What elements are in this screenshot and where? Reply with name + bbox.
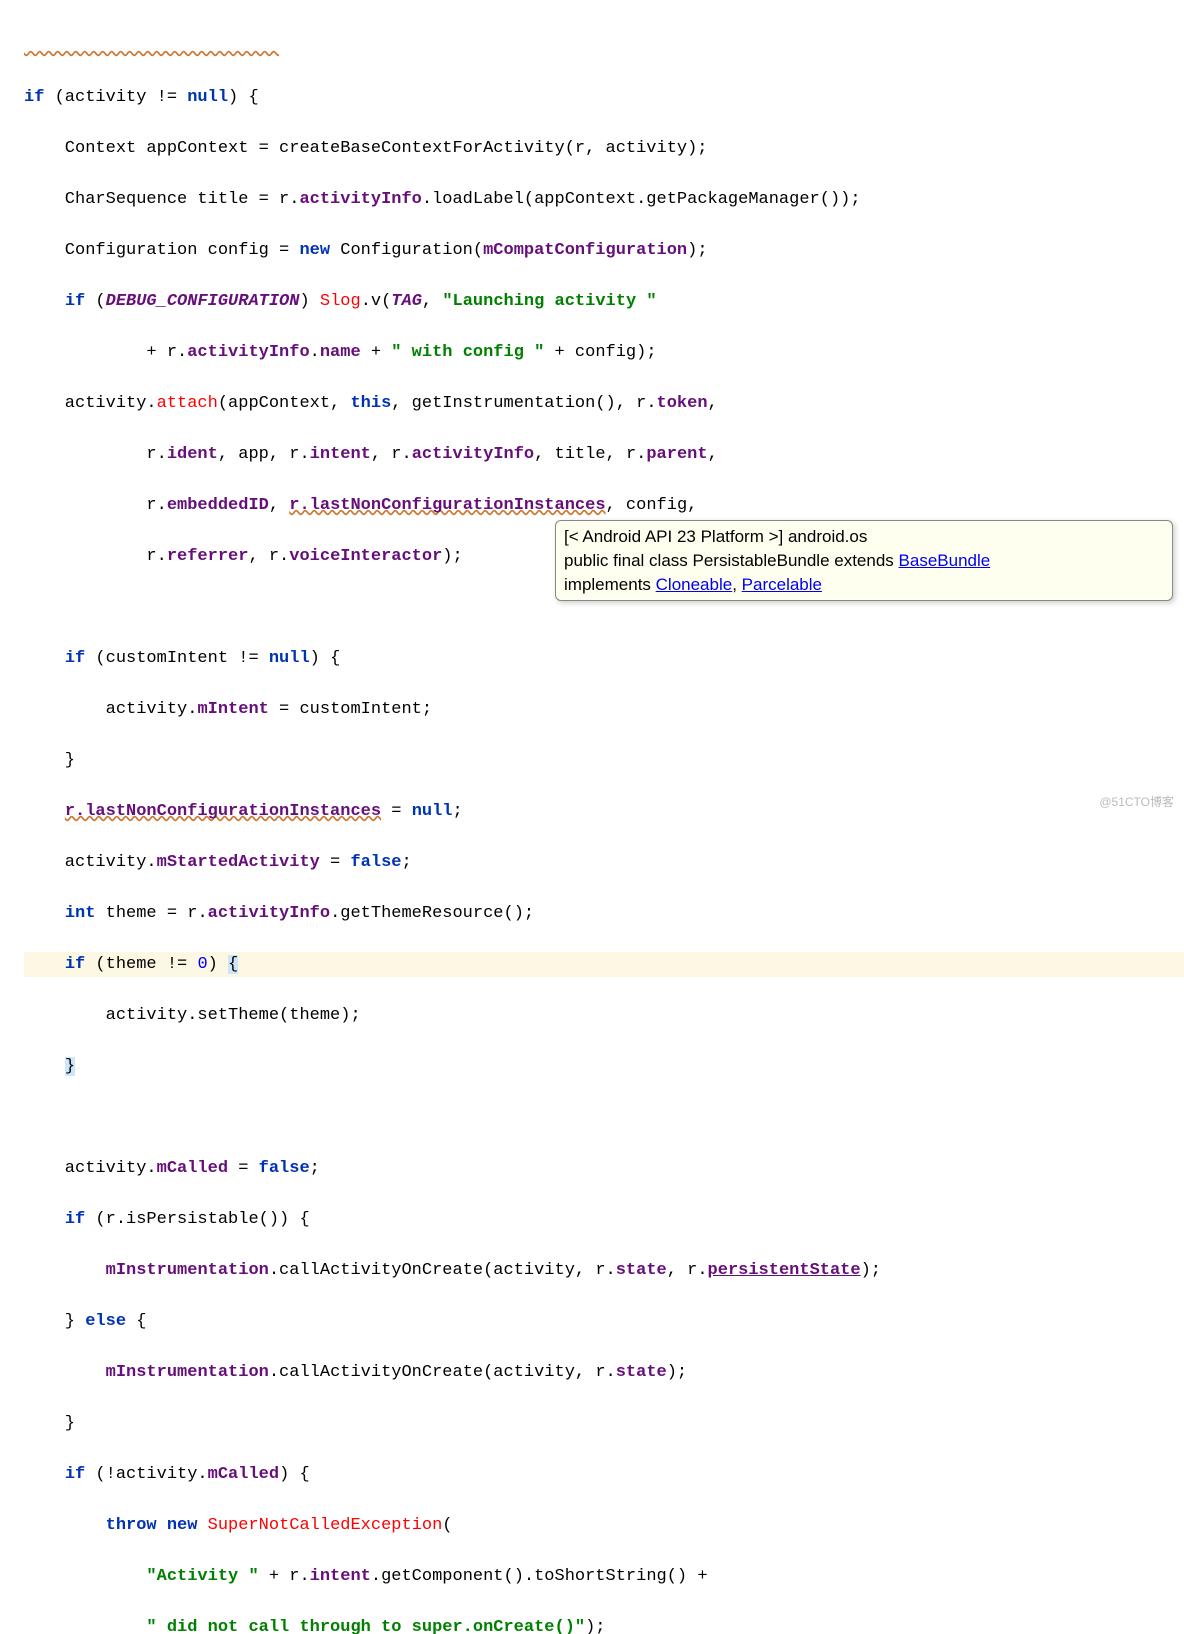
field: activityInfo <box>412 445 534 464</box>
tooltip-implements-line: implements Cloneable, Parcelable <box>564 573 1164 597</box>
field: activityInfo <box>187 343 309 362</box>
field: state <box>616 1363 667 1382</box>
field: mInstrumentation <box>106 1363 269 1382</box>
code-line[interactable]: r.ident, app, r.intent, r.activityInfo, … <box>24 442 1184 468</box>
keyword-if: if <box>65 1210 85 1229</box>
code-line[interactable] <box>24 34 1184 60</box>
keyword-null: null <box>269 649 310 668</box>
field: referrer <box>167 547 249 566</box>
code-line[interactable]: Context appContext = createBaseContextFo… <box>24 136 1184 162</box>
code-line[interactable]: activity.mStartedActivity = false; <box>24 850 1184 876</box>
keyword-if: if <box>65 955 85 974</box>
code-line[interactable]: activity.mCalled = false; <box>24 1156 1184 1182</box>
code-line[interactable]: activity.setTheme(theme); <box>24 1003 1184 1029</box>
field: name <box>320 343 361 362</box>
code-line[interactable]: mInstrumentation.callActivityOnCreate(ac… <box>24 1258 1184 1284</box>
field: mInstrumentation <box>106 1261 269 1280</box>
code-line[interactable]: if (activity != null) { <box>24 85 1184 111</box>
field: voiceInteractor <box>289 547 442 566</box>
field-link[interactable]: persistentState <box>708 1261 861 1280</box>
field: activityInfo <box>299 190 421 209</box>
code-line[interactable]: r.embeddedID, r.lastNonConfigurationInst… <box>24 493 1184 519</box>
code-line[interactable]: if (r.isPersistable()) { <box>24 1207 1184 1233</box>
field: mCalled <box>208 1465 279 1484</box>
keyword-if: if <box>24 88 44 107</box>
code-line[interactable]: CharSequence title = r.activityInfo.load… <box>24 187 1184 213</box>
field: mIntent <box>197 700 268 719</box>
string: " with config " <box>391 343 544 362</box>
code-line[interactable]: + r.activityInfo.name + " with config " … <box>24 340 1184 366</box>
keyword-int: int <box>65 904 96 923</box>
tooltip-class-line: public final class PersistableBundle ext… <box>564 549 1164 573</box>
field: activityInfo <box>208 904 330 923</box>
constant: TAG <box>391 292 422 311</box>
keyword-null: null <box>412 802 453 821</box>
field: embeddedID <box>167 496 269 515</box>
caret-line[interactable]: if (theme != 0) { <box>24 952 1184 978</box>
code-line[interactable]: } <box>24 748 1184 774</box>
code-line[interactable]: } <box>24 1054 1184 1080</box>
field: mCompatConfiguration <box>483 241 687 260</box>
string: " did not call through to super.onCreate… <box>146 1618 585 1634</box>
warn-field: r.lastNonConfigurationInstances <box>289 496 605 515</box>
code-line[interactable]: if (DEBUG_CONFIGURATION) Slog.v(TAG, "La… <box>24 289 1184 315</box>
field: parent <box>646 445 707 464</box>
code-line[interactable]: activity.mIntent = customIntent; <box>24 697 1184 723</box>
keyword-false: false <box>259 1159 310 1178</box>
documentation-tooltip[interactable]: [< Android API 23 Platform >] android.os… <box>555 520 1173 601</box>
error-ref: Slog <box>320 292 361 311</box>
keyword-if: if <box>65 1465 85 1484</box>
keyword-else: else <box>85 1312 126 1331</box>
watermark: @51CTO博客 <box>1099 793 1174 811</box>
string: "Activity " <box>146 1567 258 1586</box>
code-line[interactable]: mInstrumentation.callActivityOnCreate(ac… <box>24 1360 1184 1386</box>
tooltip-header: [< Android API 23 Platform >] android.os <box>564 525 1164 549</box>
blank-line[interactable] <box>24 1105 1184 1131</box>
code-line[interactable]: Configuration config = new Configuration… <box>24 238 1184 264</box>
keyword-new: new <box>299 241 330 260</box>
keyword-if: if <box>65 292 85 311</box>
code-line[interactable]: } else { <box>24 1309 1184 1335</box>
field: token <box>657 394 708 413</box>
keyword-null: null <box>187 88 228 107</box>
constant: DEBUG_CONFIGURATION <box>106 292 300 311</box>
code-line[interactable]: } <box>24 1411 1184 1437</box>
code-line[interactable]: "Activity " + r.intent.getComponent().to… <box>24 1564 1184 1590</box>
basebundle-link[interactable]: BaseBundle <box>899 551 991 570</box>
code-line[interactable]: activity.attach(appContext, this, getIns… <box>24 391 1184 417</box>
code-line[interactable]: throw new SuperNotCalledException( <box>24 1513 1184 1539</box>
code-editor[interactable]: if (activity != null) { Context appConte… <box>0 0 1184 1634</box>
parcelable-link[interactable]: Parcelable <box>742 575 822 594</box>
field: state <box>616 1261 667 1280</box>
code-line[interactable]: " did not call through to super.onCreate… <box>24 1615 1184 1634</box>
field: mCalled <box>157 1159 228 1178</box>
matched-brace: { <box>228 955 238 974</box>
keyword-false: false <box>350 853 401 872</box>
code-line[interactable]: if (!activity.mCalled) { <box>24 1462 1184 1488</box>
matched-brace: } <box>65 1057 75 1076</box>
keyword-new: new <box>167 1516 198 1535</box>
string: "Launching activity " <box>442 292 656 311</box>
keyword-this: this <box>350 394 391 413</box>
field: intent <box>310 445 371 464</box>
field: intent <box>310 1567 371 1586</box>
field: mStartedActivity <box>157 853 320 872</box>
warn-field: r.lastNonConfigurationInstances <box>65 802 381 821</box>
cloneable-link[interactable]: Cloneable <box>656 575 733 594</box>
code-line[interactable]: int theme = r.activityInfo.getThemeResou… <box>24 901 1184 927</box>
keyword-throw: throw <box>106 1516 157 1535</box>
code-line[interactable]: r.lastNonConfigurationInstances = null; <box>24 799 1184 825</box>
code-line[interactable]: if (customIntent != null) { <box>24 646 1184 672</box>
squiggle <box>24 37 279 56</box>
error-class: SuperNotCalledException <box>208 1516 443 1535</box>
keyword-if: if <box>65 649 85 668</box>
error-method: attach <box>157 394 218 413</box>
number: 0 <box>197 955 207 974</box>
field: ident <box>167 445 218 464</box>
